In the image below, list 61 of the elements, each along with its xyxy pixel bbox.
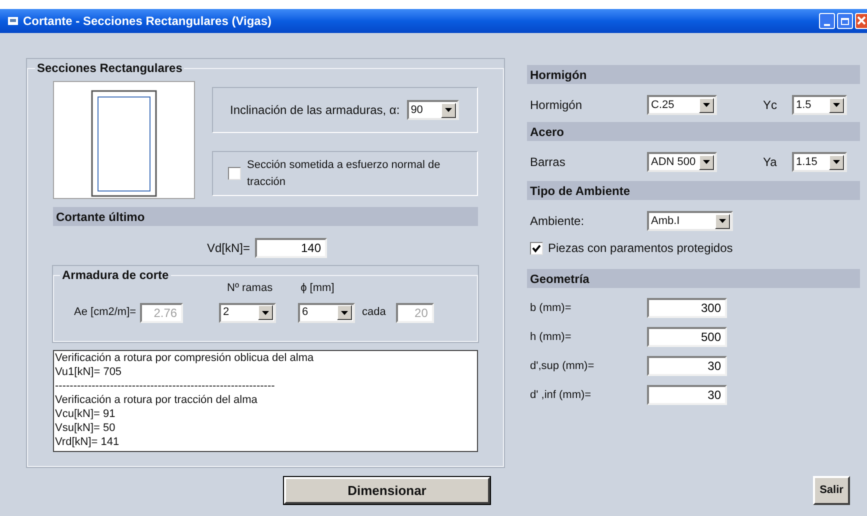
dropdown[interactable]: 1.15 xyxy=(792,152,847,172)
section-header: Geometría xyxy=(527,269,860,288)
group-title: Secciones Rectangulares xyxy=(36,60,184,77)
field-label: Yc xyxy=(763,97,778,114)
caret-icon xyxy=(829,154,844,170)
close-icon[interactable] xyxy=(855,13,867,29)
caret-icon xyxy=(440,102,456,118)
input-field[interactable]: 140 xyxy=(255,238,327,258)
field-label: d' ,inf (mm)= xyxy=(530,388,592,403)
result-line: Vcu[kN]= 91 xyxy=(55,407,116,421)
section-header: Cortante último xyxy=(53,207,478,226)
dropdown[interactable]: 90 xyxy=(406,100,459,120)
field-label: Ambiente: xyxy=(530,213,586,230)
caret-icon xyxy=(699,98,714,112)
dropdown[interactable]: C.25 xyxy=(647,95,717,115)
caret-icon xyxy=(258,305,274,320)
field-label: ϕ [mm] xyxy=(300,281,334,296)
result-line: Verificación a rotura por tracción del alma xyxy=(55,393,258,407)
field-label: b (mm)= xyxy=(530,300,572,316)
field-label: Vd[kN]= xyxy=(206,240,250,257)
result-line: ------------------------------------------------------------ xyxy=(55,379,276,393)
result-line: Vsu[kN]= 50 xyxy=(55,421,116,435)
dropdown[interactable]: Amb.I xyxy=(647,211,733,231)
caret-icon xyxy=(829,98,844,112)
dropdown[interactable]: 2 xyxy=(219,302,276,322)
field-label: Hormigón xyxy=(530,97,584,114)
field-label: Ae [cm2/m]= xyxy=(74,305,136,320)
field-label: d',sup (mm)= xyxy=(530,358,596,374)
field-label: cada xyxy=(362,305,386,320)
salir-button[interactable]: Salir xyxy=(813,476,850,505)
checkbox[interactable] xyxy=(228,167,241,180)
field-label: Barras xyxy=(530,154,566,171)
field-label: h (mm)= xyxy=(530,330,572,345)
dimensionar-button[interactable]: Dimensionar xyxy=(284,477,490,504)
dropdown[interactable]: 6 xyxy=(298,302,356,322)
section-header: Hormigón xyxy=(527,65,860,84)
field-label: Nº ramas xyxy=(227,281,273,296)
caret-icon xyxy=(337,305,352,320)
section-header: Acero xyxy=(527,122,860,141)
field-label: Sección sometida a esfuerzo normal de tracción xyxy=(247,158,442,190)
field-label: Piezas con paramentos protegidos xyxy=(548,240,733,257)
checkbox[interactable] xyxy=(530,242,543,254)
input-field[interactable]: 30 xyxy=(647,385,727,405)
result-line: Vrd[kN]= 141 xyxy=(55,435,120,449)
caret-icon xyxy=(699,154,714,170)
result-line: Verificación a rotura por compresión oblicua del alma xyxy=(55,351,315,365)
result-line: Vu1[kN]= 705 xyxy=(55,365,123,379)
dropdown[interactable]: 1.5 xyxy=(792,95,847,115)
caret-icon xyxy=(715,214,730,228)
input-field[interactable]: 300 xyxy=(647,298,727,318)
minimize-icon[interactable] xyxy=(819,13,835,29)
dropdown[interactable]: ADN 500 xyxy=(647,152,717,172)
field-label: Ya xyxy=(763,154,778,171)
group-title: Armadura de corte xyxy=(61,267,170,284)
input-field[interactable]: 30 xyxy=(647,356,727,376)
window-icon xyxy=(8,16,18,26)
input-field[interactable]: 500 xyxy=(647,327,727,347)
window-title: Cortante - Secciones Rectangulares (Vigas) xyxy=(23,13,272,30)
maximize-icon[interactable] xyxy=(837,13,853,29)
field-label: Inclinación de las armaduras, α: xyxy=(230,102,400,119)
section-header: Tipo de Ambiente xyxy=(527,181,860,200)
